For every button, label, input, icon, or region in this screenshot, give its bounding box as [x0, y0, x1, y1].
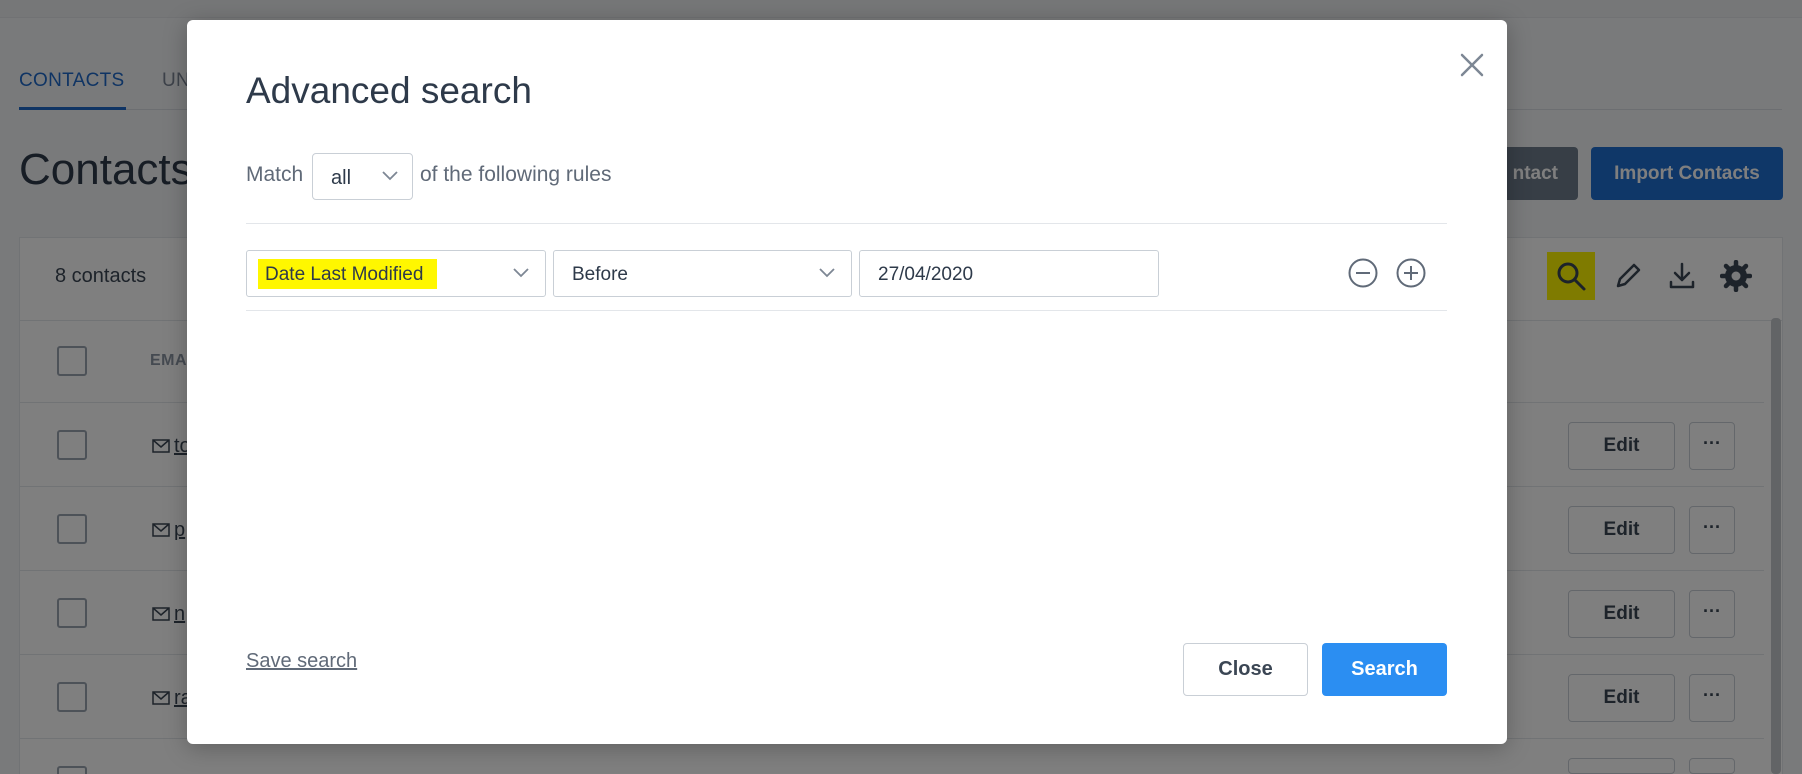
match-select[interactable]: all — [312, 153, 413, 200]
match-label: Match — [246, 163, 304, 186]
chevron-down-icon — [513, 268, 529, 278]
close-icon[interactable] — [1452, 45, 1492, 85]
rules-bottom-divider — [246, 310, 1447, 311]
remove-rule-icon[interactable] — [1347, 257, 1379, 289]
rule-field-select[interactable]: Date Last Modified — [246, 250, 546, 297]
chevron-down-icon — [382, 171, 398, 181]
add-rule-icon[interactable] — [1395, 257, 1427, 289]
rule-value-text: 27/04/2020 — [878, 264, 974, 285]
match-suffix: of the following rules — [420, 163, 612, 186]
save-search-link[interactable]: Save search — [246, 650, 357, 673]
advanced-search-dialog: Advanced search Match all of the followi… — [187, 20, 1507, 744]
rule-operator-value: Before — [572, 264, 628, 285]
search-button[interactable]: Search — [1322, 643, 1447, 696]
rules-top-divider — [246, 223, 1447, 224]
chevron-down-icon — [819, 268, 835, 278]
rule-value-input[interactable]: 27/04/2020 — [859, 250, 1159, 297]
dialog-title: Advanced search — [246, 70, 532, 111]
rule-operator-select[interactable]: Before — [553, 250, 852, 297]
rule-field-value: Date Last Modified — [265, 264, 424, 285]
close-button[interactable]: Close — [1183, 643, 1308, 696]
match-select-value: all — [331, 167, 352, 189]
